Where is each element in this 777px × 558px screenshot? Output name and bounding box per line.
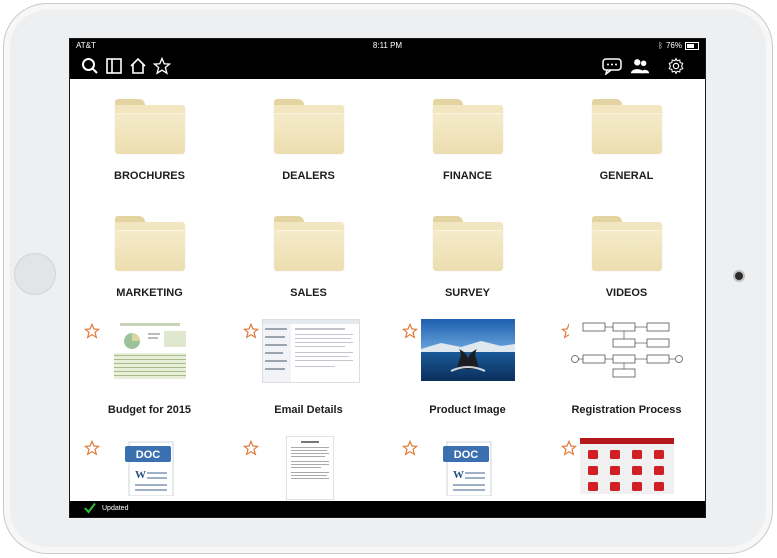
battery-icon bbox=[685, 41, 699, 50]
text-document-thumbnail bbox=[286, 436, 334, 500]
folder-tile[interactable]: VIDEOS bbox=[547, 196, 705, 313]
folder-label: GENERAL bbox=[599, 170, 654, 182]
folder-label: SALES bbox=[290, 287, 327, 299]
doc-file-icon: DOC W bbox=[443, 440, 495, 497]
sidebar-icon[interactable] bbox=[104, 56, 124, 76]
folder-icon bbox=[433, 216, 503, 271]
status-bar: AT&T 8:11 PM ᛒ 76% bbox=[70, 39, 705, 53]
folder-tile[interactable]: SALES bbox=[229, 196, 388, 313]
flowchart-thumbnail bbox=[569, 319, 687, 381]
folder-tile[interactable]: BROCHURES bbox=[70, 79, 229, 196]
folder-icon bbox=[433, 99, 503, 154]
favorite-star-icon[interactable] bbox=[84, 323, 100, 339]
app-grid-thumbnail bbox=[580, 438, 674, 494]
star-icon[interactable] bbox=[152, 56, 172, 76]
folder-tile[interactable]: MARKETING bbox=[70, 196, 229, 313]
favorite-star-icon[interactable] bbox=[243, 323, 259, 339]
bluetooth-icon: ᛒ bbox=[658, 41, 663, 50]
file-label: Budget for 2015 bbox=[107, 404, 192, 416]
status-right: ᛒ 76% bbox=[658, 41, 699, 50]
folder-icon bbox=[115, 216, 185, 271]
sync-status-text: Updated bbox=[102, 505, 129, 512]
folder-label: VIDEOS bbox=[605, 287, 648, 299]
folder-icon bbox=[592, 216, 662, 271]
sync-status-bar: Updated bbox=[70, 501, 705, 517]
email-thumbnail bbox=[262, 319, 360, 383]
folder-tile[interactable]: SURVEY bbox=[388, 196, 547, 313]
favorite-star-icon[interactable] bbox=[402, 323, 418, 339]
svg-text:W: W bbox=[453, 469, 464, 481]
doc-file-icon: DOC W bbox=[125, 440, 177, 497]
file-label: Email Details bbox=[274, 404, 343, 416]
camera-icon bbox=[733, 270, 745, 282]
file-label: Product Image bbox=[429, 404, 506, 416]
folder-icon bbox=[274, 99, 344, 154]
checkmark-icon bbox=[84, 502, 96, 514]
svg-text:W: W bbox=[135, 469, 146, 481]
favorite-star-icon[interactable] bbox=[561, 440, 577, 456]
file-label: Registration Process bbox=[571, 404, 682, 416]
favorite-star-icon[interactable] bbox=[243, 440, 259, 456]
battery-percent: 76% bbox=[665, 41, 682, 50]
clock: 8:11 PM bbox=[372, 41, 403, 50]
folder-label: SURVEY bbox=[444, 287, 491, 299]
folder-icon bbox=[274, 216, 344, 271]
file-tile[interactable]: Registration Process bbox=[547, 313, 705, 430]
folder-tile[interactable]: DEALERS bbox=[229, 79, 388, 196]
search-icon[interactable] bbox=[80, 56, 100, 76]
file-tile[interactable]: Product Image bbox=[388, 313, 547, 430]
gear-icon[interactable] bbox=[666, 56, 686, 76]
favorite-star-icon[interactable] bbox=[84, 440, 100, 456]
favorite-star-icon[interactable] bbox=[402, 440, 418, 456]
chat-icon[interactable] bbox=[602, 56, 622, 76]
folder-icon bbox=[592, 99, 662, 154]
spreadsheet-thumbnail bbox=[110, 321, 190, 381]
folder-label: MARKETING bbox=[116, 287, 183, 299]
folder-icon bbox=[115, 99, 185, 154]
folder-label: BROCHURES bbox=[114, 170, 185, 182]
doc-badge: DOC bbox=[136, 449, 161, 461]
home-icon[interactable] bbox=[128, 56, 148, 76]
users-icon[interactable] bbox=[630, 56, 650, 76]
toolbar bbox=[70, 53, 705, 79]
doc-badge: DOC bbox=[454, 449, 479, 461]
file-tile[interactable]: Budget for 2015 bbox=[70, 313, 229, 430]
folder-label: FINANCE bbox=[443, 170, 492, 182]
folder-tile[interactable]: FINANCE bbox=[388, 79, 547, 196]
app-screen: AT&T 8:11 PM ᛒ 76% BROCHURES DEALERS FIN… bbox=[69, 38, 706, 518]
folder-label: DEALERS bbox=[282, 170, 335, 182]
whale-photo-thumbnail bbox=[421, 319, 515, 381]
folder-tile[interactable]: GENERAL bbox=[547, 79, 705, 196]
file-tile[interactable]: Email Details bbox=[229, 313, 388, 430]
home-hardware-button[interactable] bbox=[14, 253, 56, 295]
